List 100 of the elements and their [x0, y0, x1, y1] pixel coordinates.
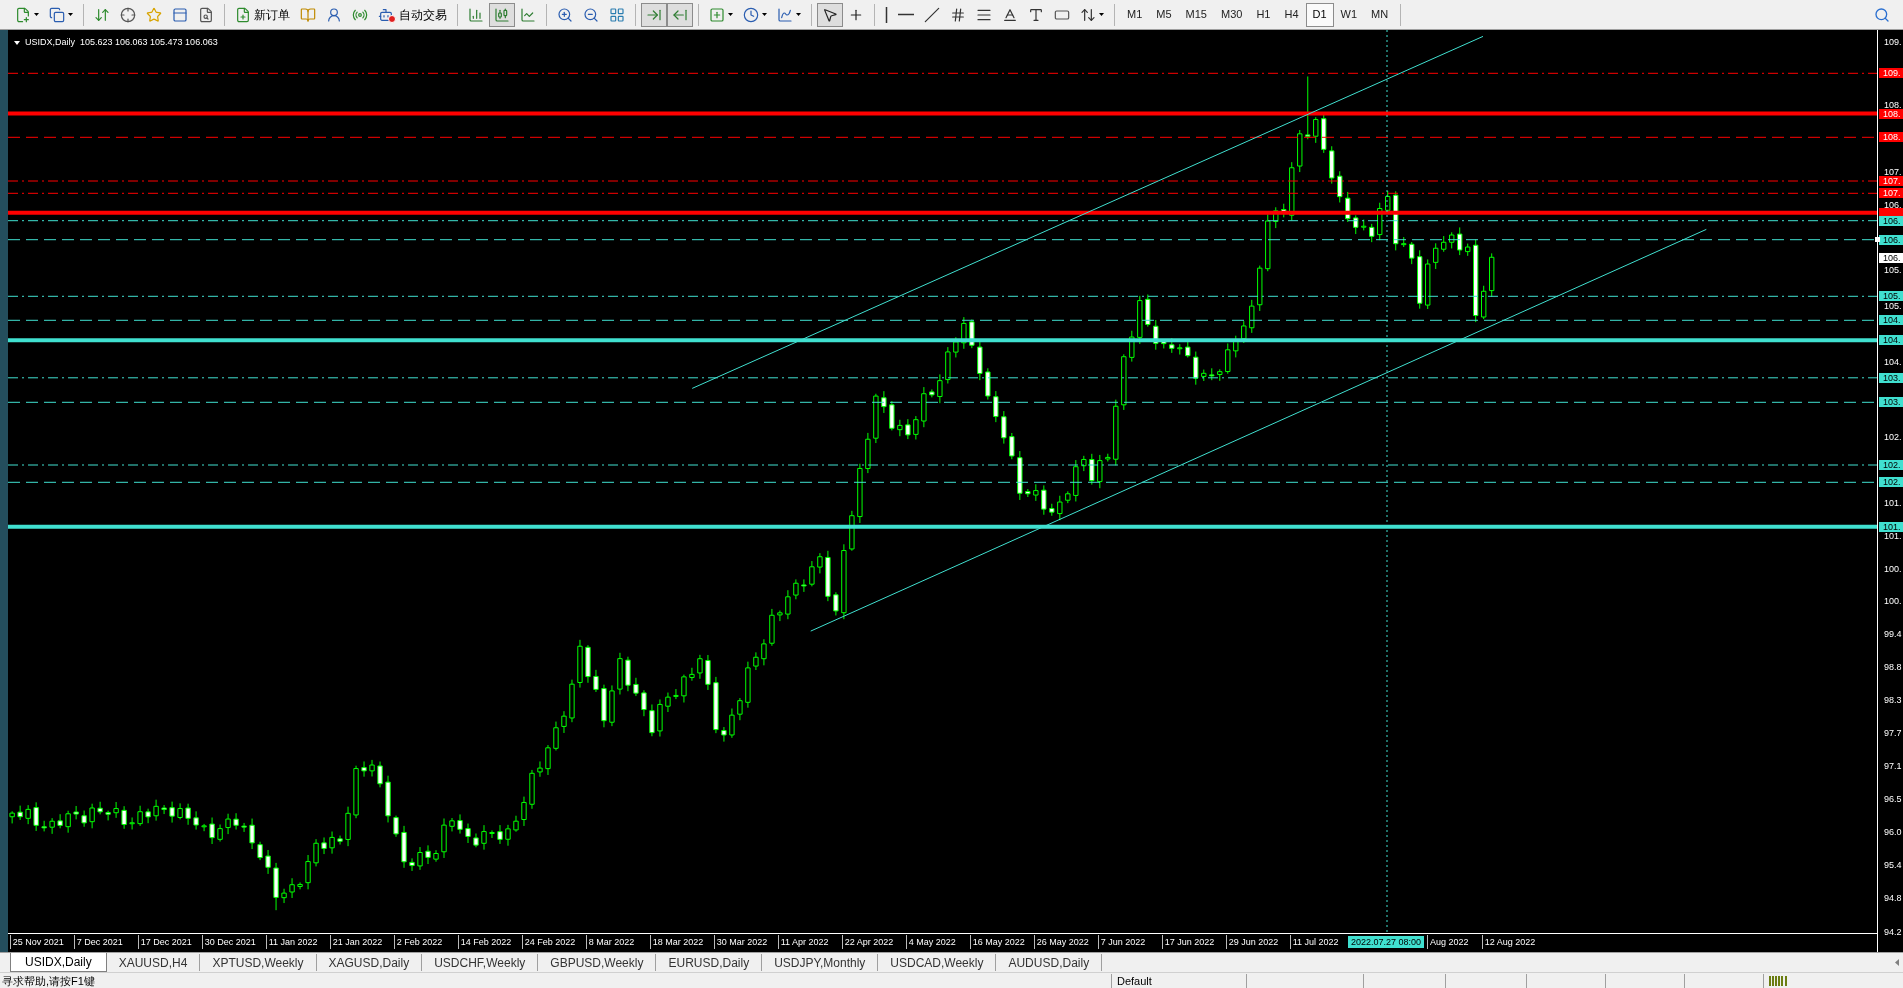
profile-name: Default — [1117, 973, 1152, 988]
chart-tab[interactable]: USDCHF,Weekly — [422, 954, 539, 971]
candlestick-chart-button[interactable] — [489, 2, 515, 27]
price-tick-label: 95.4 — [1884, 861, 1902, 870]
price-tick-label: 99.4 — [1884, 630, 1902, 638]
zoom-out-icon — [583, 6, 599, 23]
price-tick-label: 100. — [1884, 564, 1902, 573]
caret-icon — [796, 13, 801, 16]
signal-bars-icon — [1769, 975, 1789, 986]
date-label: 21 Jan 2022 — [329, 935, 383, 949]
letter-t-icon — [1028, 6, 1044, 23]
date-label: 7 Dec 2021 — [73, 935, 123, 949]
chart-tab[interactable]: EURUSD,Daily — [656, 954, 763, 971]
price-level-label: 104. — [1879, 315, 1903, 326]
chart-tab[interactable]: GBPUSD,Weekly — [538, 954, 657, 971]
chart-symbol: USIDX,Daily — [25, 37, 75, 48]
hash-icon — [950, 6, 966, 23]
date-label: 11 Jul 2022 — [1289, 935, 1339, 949]
date-label: 22 Apr 2022 — [841, 935, 894, 949]
timeframe-button[interactable]: M5 — [1149, 2, 1179, 27]
date-label: Aug 2022 — [1427, 935, 1469, 949]
candlestick-icon — [494, 6, 510, 23]
autotrading-button[interactable]: 自动交易 — [373, 2, 452, 27]
price-tick-label: 98.8 — [1884, 663, 1902, 672]
date-label: 24 Feb 2022 — [521, 935, 576, 949]
date-label: 25 Nov 2021 — [9, 935, 64, 949]
date-label: 30 Dec 2021 — [201, 935, 256, 949]
price-tick-label: 109. — [1884, 38, 1902, 46]
square-plus-icon — [709, 6, 725, 23]
window-icon — [172, 6, 188, 23]
chart-tab[interactable]: USDCAD,Weekly — [878, 954, 997, 971]
current-price-label: 106. — [1879, 253, 1903, 264]
user-icon — [326, 6, 342, 23]
auto-scroll-button[interactable] — [641, 2, 667, 27]
date-label: 2 Feb 2022 — [393, 935, 443, 949]
price-tick-label: 96.5 — [1884, 795, 1902, 804]
up-down-arrows-icon — [94, 6, 110, 23]
grid-icon — [609, 6, 625, 23]
letter-a-icon — [1002, 6, 1018, 23]
cursor-button[interactable] — [817, 2, 843, 27]
price-tick-label: 105. — [1884, 301, 1902, 310]
price-tick-label: 107. — [1884, 168, 1902, 176]
timeframe-button[interactable]: M15 — [1178, 2, 1214, 27]
date-label: 8 Mar 2022 — [585, 935, 635, 949]
chart-tab[interactable]: AUDUSD,Daily — [996, 954, 1103, 971]
file-plus-icon — [15, 6, 31, 23]
chart-tab[interactable]: USIDX,Daily — [10, 953, 107, 972]
price-tick-label: 101. — [1884, 531, 1902, 540]
help-hint: 寻求帮助,请按F1键 — [2, 973, 95, 988]
diagonal-line-icon — [924, 6, 940, 23]
date-label: 29 Jun 2022 — [1225, 935, 1279, 949]
price-level-label: 103. — [1879, 372, 1903, 383]
line-chart-icon — [520, 6, 536, 23]
price-tick-label: 98.3 — [1884, 696, 1902, 705]
price-tick-label: 101. — [1884, 498, 1902, 507]
zoom-in-icon — [557, 6, 573, 23]
timeframe-button[interactable]: D1 — [1305, 2, 1334, 27]
price-tick-label: 106. — [1884, 200, 1902, 209]
horizontal-line-icon — [898, 13, 914, 16]
price-level-label: 105. — [1879, 291, 1903, 302]
price-tick-label: 97.7 — [1884, 729, 1902, 738]
date-label: 4 May 2022 — [905, 935, 956, 949]
star-icon — [146, 6, 162, 23]
timeframe-button[interactable]: M30 — [1213, 2, 1250, 27]
price-tick-label: 104. — [1884, 357, 1902, 366]
price-tick-label: 94.8 — [1884, 894, 1902, 903]
timeframe-button[interactable]: MN — [1364, 2, 1396, 27]
date-label: 7 Jun 2022 — [1097, 935, 1146, 949]
timeframe-button[interactable]: M1 — [1120, 2, 1150, 27]
clock-icon — [743, 6, 759, 23]
price-level-label: 108. — [1879, 132, 1903, 143]
caret-icon — [1099, 13, 1104, 16]
date-label: 30 Mar 2022 — [713, 935, 768, 949]
curve-chart-icon — [777, 6, 793, 23]
scroll-left-icon[interactable] — [1895, 959, 1899, 966]
date-label: 11 Apr 2022 — [777, 935, 829, 949]
chart-tab[interactable]: XPTUSD,Weekly — [200, 954, 317, 971]
chart-tab[interactable]: XAUUSD,H4 — [106, 954, 201, 971]
copy-icon — [49, 6, 65, 23]
document-plus-icon — [235, 6, 251, 23]
price-level-label: 106. — [1879, 234, 1903, 245]
date-label: 18 Mar 2022 — [649, 935, 704, 949]
document-search-icon — [198, 6, 214, 23]
chart-tab[interactable]: XAGUSD,Daily — [316, 954, 423, 971]
price-level-label: 102. — [1879, 460, 1903, 470]
triangle-down-icon[interactable] — [14, 40, 20, 45]
search-icon — [1874, 6, 1890, 23]
column-chart-icon — [468, 6, 484, 23]
price-tick-label: 97.1 — [1884, 762, 1902, 771]
date-label: 17 Jun 2022 — [1161, 935, 1215, 949]
date-label: 11 Jan 2022 — [265, 935, 318, 949]
date-label: 26 May 2022 — [1033, 935, 1089, 949]
timeframe-button[interactable]: W1 — [1333, 2, 1365, 27]
chart-shift-button[interactable] — [667, 2, 693, 27]
date-label: 16 May 2022 — [969, 935, 1025, 949]
timeframe-button[interactable]: H1 — [1249, 2, 1278, 27]
timeframe-button[interactable]: H4 — [1277, 2, 1306, 27]
time-marker-label: 2022.07.27 08:00 — [1348, 936, 1425, 948]
new-order-button[interactable]: 新订单 — [230, 2, 295, 27]
chart-tab[interactable]: USDJPY,Monthly — [762, 954, 879, 971]
